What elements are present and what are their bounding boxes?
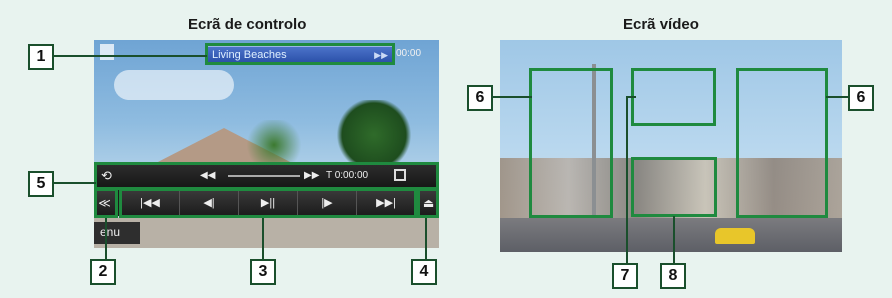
menu-label: enu [100,225,121,239]
video-screen-title: Ecrã vídeo [623,16,699,33]
callout-4: 4 [411,259,437,285]
highlight-transport [119,188,417,218]
callout-1: 1 [28,44,54,70]
cloud-shape [114,70,234,100]
control-screen-title: Ecrã de controlo [188,16,307,33]
highlight-eject [417,188,439,218]
highlight-title [205,43,395,65]
callout-7: 7 [612,263,638,289]
callout-6-right: 6 [848,85,874,111]
zone-left-6[interactable] [529,68,613,218]
zone-top-center-7[interactable] [631,68,716,126]
zone-bottom-center-8[interactable] [631,157,717,217]
menu-row: enu [94,218,439,248]
callout-5: 5 [28,171,54,197]
callout-2: 2 [90,259,116,285]
source-icon[interactable] [100,44,114,60]
menu-button[interactable]: enu [94,222,140,244]
video-screen [500,40,842,252]
road-area [500,218,842,252]
control-screen: Living Beaches ▶▶ 00:00 ⟲ ◀◀ ▶▶ T 0:00:0… [94,40,439,248]
taxi-shape [715,228,755,244]
callout-3: 3 [250,259,276,285]
highlight-seekbar [94,162,439,190]
callout-8: 8 [660,263,686,289]
zone-right-6[interactable] [736,68,828,218]
palm-tree-shape [334,100,414,170]
highlight-collapse [94,188,118,218]
callout-6-left: 6 [467,85,493,111]
time-right: 00:00 [396,48,422,59]
